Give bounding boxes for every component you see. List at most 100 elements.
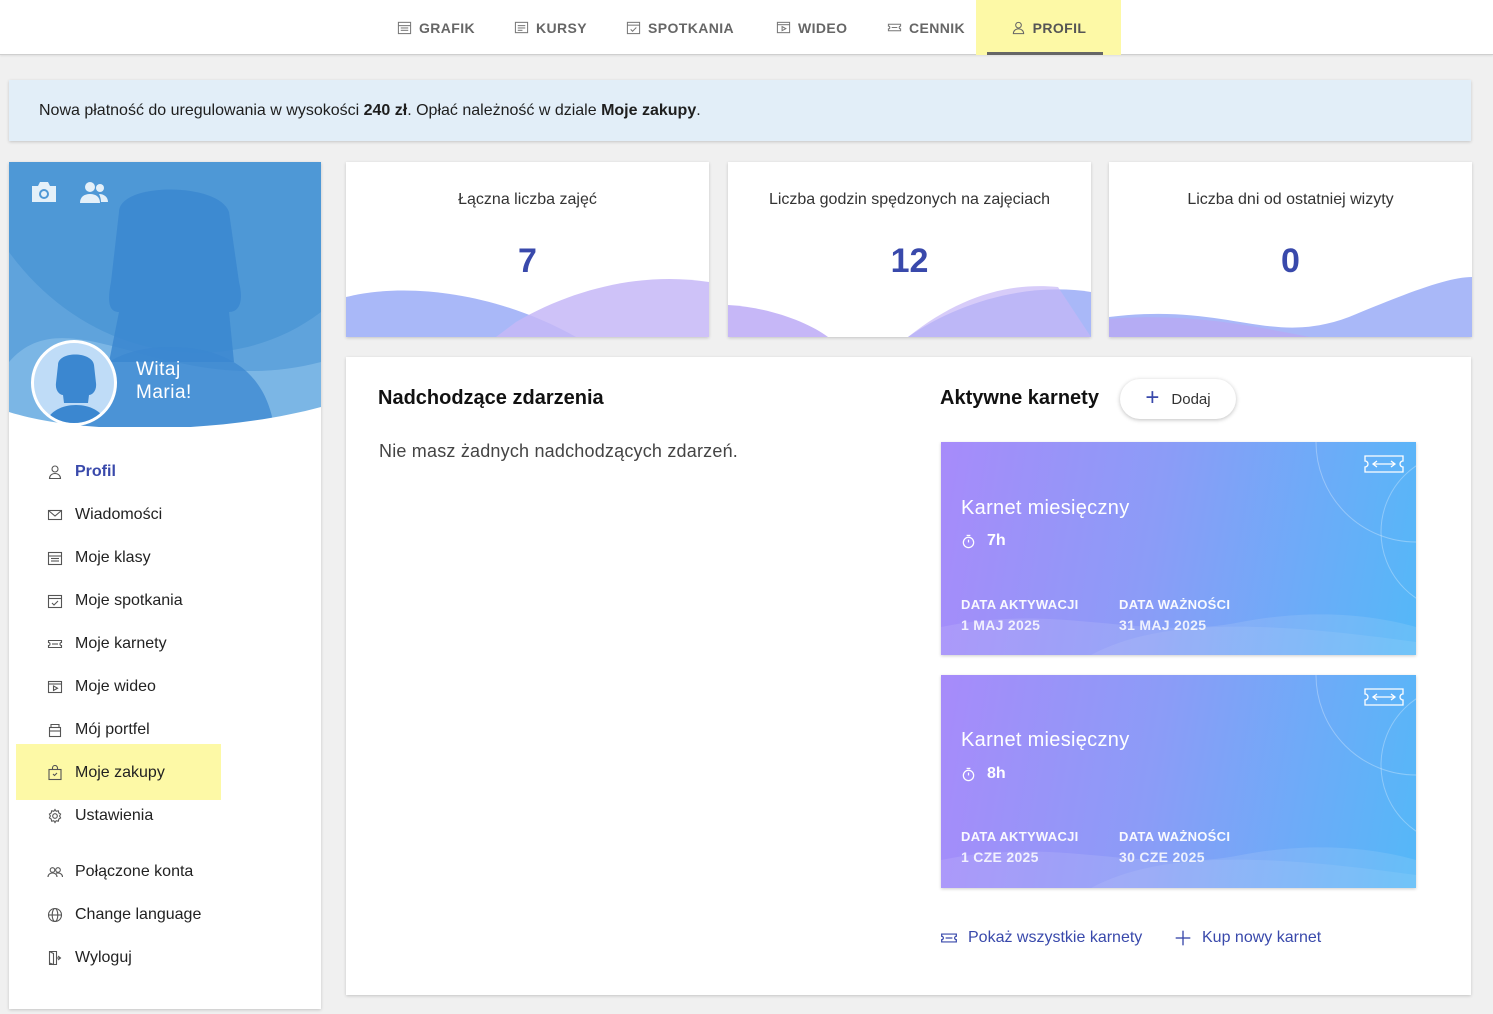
tab-label: CENNIK bbox=[909, 19, 966, 36]
notice-text: Nowa płatność do uregulowania w wysokośc… bbox=[39, 102, 701, 120]
ticket-icon bbox=[47, 639, 63, 649]
user-icon bbox=[1012, 21, 1024, 35]
stat-wave bbox=[1109, 277, 1472, 337]
add-pass-label: Dodaj bbox=[1171, 390, 1211, 408]
greeting-line1: Witaj bbox=[136, 359, 181, 380]
notice-amount: 240 zł bbox=[363, 101, 408, 119]
active-passes-title: Aktywne karnety bbox=[940, 387, 1099, 409]
sidebar-item-label: Ustawienia bbox=[75, 807, 154, 824]
show-all-passes-link[interactable]: Pokaż wszystkie karnety bbox=[940, 929, 1142, 947]
sidebar-item-label: Moje spotkania bbox=[75, 592, 183, 609]
video-icon bbox=[47, 680, 63, 694]
stat-value: 0 bbox=[1281, 242, 1300, 280]
gear-icon bbox=[48, 808, 62, 824]
stat-wave bbox=[728, 286, 1091, 337]
sidebar-item-moje-klasy[interactable]: Moje klasy bbox=[47, 548, 151, 568]
tab-label: KURSY bbox=[536, 19, 588, 36]
sidebar-item-profil[interactable]: Profil bbox=[47, 462, 116, 482]
sidebar-item-moj-portfel[interactable]: Mój portfel bbox=[47, 720, 150, 740]
payment-notice: Nowa płatność do uregulowania w wysokośc… bbox=[9, 80, 1471, 141]
sidebar-item-moje-zakupy[interactable]: Moje zakupy bbox=[47, 763, 165, 783]
sidebar-item-label: Change language bbox=[75, 906, 202, 923]
main-panel: Nadchodzące zdarzenia Nie masz żadnych n… bbox=[346, 357, 1471, 995]
ticket-icon bbox=[1364, 455, 1404, 473]
users-icon[interactable] bbox=[79, 179, 109, 205]
upcoming-events-title: Nadchodzące zdarzenia bbox=[378, 387, 604, 409]
sidebar-item-polaczone-konta[interactable]: Połączone konta bbox=[47, 862, 193, 882]
ticket-icon bbox=[1364, 688, 1404, 706]
sidebar-item-moje-wideo[interactable]: Moje wideo bbox=[47, 677, 156, 697]
globe-icon bbox=[47, 907, 63, 923]
pass-duration: 8h bbox=[961, 765, 1006, 783]
sidebar-item-change-language[interactable]: Change language bbox=[47, 905, 201, 925]
tab-kursy[interactable]: KURSY bbox=[514, 0, 587, 55]
sidebar-item-ustawienia[interactable]: Ustawienia bbox=[47, 806, 153, 826]
ticket-icon bbox=[941, 933, 957, 943]
sidebar-item-label: Mój portfel bbox=[75, 721, 150, 738]
stat-card-hours: Liczba godzin spędzonych na zajęciach 12 bbox=[728, 162, 1091, 337]
list-icon bbox=[514, 21, 529, 34]
pass-card[interactable]: Karnet miesięczny 7h DATA AKTYWACJI 1 MA… bbox=[941, 442, 1416, 655]
greeting: Witaj Maria! bbox=[136, 358, 192, 404]
sidebar-item-label: Moje zakupy bbox=[75, 764, 165, 781]
camera-icon[interactable] bbox=[29, 179, 59, 205]
no-events-message: Nie masz żadnych nadchodzących zdarzeń. bbox=[379, 441, 738, 461]
pass-duration: 7h bbox=[961, 532, 1006, 550]
stat-card-total-classes: Łączna liczba zajęć 7 bbox=[346, 162, 709, 337]
stat-value: 12 bbox=[890, 242, 929, 280]
hero-icons bbox=[29, 179, 109, 205]
expiry-date: 30 CZE 2025 bbox=[1119, 849, 1205, 865]
show-all-passes-label: Pokaż wszystkie karnety bbox=[968, 929, 1143, 946]
tab-profil[interactable]: PROFIL bbox=[976, 0, 1121, 55]
stopwatch-icon bbox=[962, 767, 975, 781]
expiry-date: 31 MAJ 2025 bbox=[1119, 617, 1207, 633]
users-icon bbox=[47, 867, 63, 878]
sidebar-item-label: Połączone konta bbox=[75, 863, 194, 880]
greeting-line2: Maria! bbox=[136, 382, 192, 403]
stat-value: 7 bbox=[518, 242, 537, 280]
expiry-label: DATA WAŻNOŚCI bbox=[1119, 597, 1231, 612]
logout-icon bbox=[48, 950, 62, 966]
wallet-icon bbox=[48, 723, 62, 738]
activation-label: DATA AKTYWACJI bbox=[961, 829, 1079, 844]
active-tab-indicator bbox=[987, 52, 1103, 55]
sidebar-item-wyloguj[interactable]: Wyloguj bbox=[47, 948, 132, 968]
tab-label: GRAFIK bbox=[419, 19, 476, 36]
sidebar-item-label: Wiadomości bbox=[75, 506, 163, 523]
sidebar-item-label: Moje wideo bbox=[75, 678, 156, 695]
plus-icon bbox=[1175, 930, 1191, 946]
pass-duration-value: 8h bbox=[987, 765, 1006, 782]
activation-label: DATA AKTYWACJI bbox=[961, 597, 1079, 612]
stat-label: Liczba dni od ostatniej wizyty bbox=[1187, 191, 1394, 208]
calendar-icon bbox=[397, 21, 412, 35]
stat-label: Liczba godzin spędzonych na zajęciach bbox=[768, 191, 1051, 208]
notice-prefix: Nowa płatność do uregulowania w wysokośc… bbox=[39, 101, 364, 119]
pass-card[interactable]: Karnet miesięczny 8h DATA AKTYWACJI 1 CZ… bbox=[941, 675, 1416, 888]
sidebar-item-moje-spotkania[interactable]: Moje spotkania bbox=[47, 591, 183, 611]
notice-section-link[interactable]: Moje zakupy bbox=[601, 102, 696, 119]
tab-label: PROFIL bbox=[1032, 19, 1087, 36]
add-pass-button[interactable]: + Dodaj bbox=[1120, 379, 1236, 419]
tab-label: SPOTKANIA bbox=[648, 19, 735, 36]
sidebar-item-label: Moje klasy bbox=[75, 549, 151, 566]
pass-name: Karnet miesięczny bbox=[961, 729, 1130, 751]
sidebar-item-moje-karnety[interactable]: Moje karnety bbox=[47, 634, 167, 654]
calendar-icon bbox=[47, 551, 63, 566]
tab-wideo[interactable]: WIDEO bbox=[776, 0, 847, 55]
shopping-bag-icon bbox=[48, 765, 62, 781]
calendar-check-icon bbox=[47, 594, 63, 609]
activation-date: 1 CZE 2025 bbox=[961, 849, 1039, 865]
tab-spotkania[interactable]: SPOTKANIA bbox=[626, 0, 734, 55]
video-icon bbox=[776, 21, 791, 34]
stat-wave bbox=[346, 278, 709, 337]
tab-cennik[interactable]: CENNIK bbox=[887, 0, 965, 55]
sidebar-item-label: Wyloguj bbox=[75, 949, 132, 966]
avatar bbox=[31, 340, 117, 426]
sidebar-item-wiadomosci[interactable]: Wiadomości bbox=[47, 505, 162, 525]
buy-new-pass-link[interactable]: Kup nowy karnet bbox=[1174, 929, 1321, 947]
stat-label: Łączna liczba zajęć bbox=[458, 191, 597, 208]
notice-middle: . Opłać należność w dziale bbox=[407, 101, 602, 119]
tab-grafik[interactable]: GRAFIK bbox=[397, 0, 475, 55]
stat-card-days-since-visit: Liczba dni od ostatniej wizyty 0 bbox=[1109, 162, 1472, 337]
sidebar-item-label: Profil bbox=[75, 463, 116, 480]
